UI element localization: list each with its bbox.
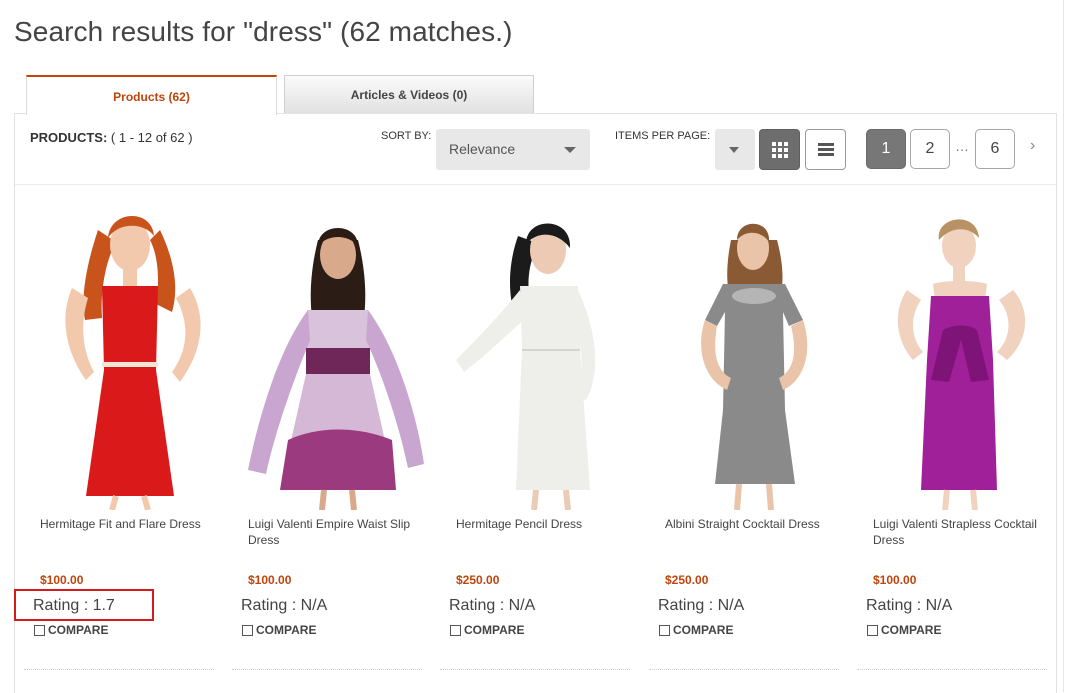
compare-toggle[interactable]: COMPARE [659, 623, 733, 637]
product-name[interactable]: Luigi Valenti Strapless Cocktail Dress [873, 516, 1063, 548]
card-divider [857, 669, 1047, 670]
card-divider [232, 669, 422, 670]
product-name[interactable]: Albini Straight Cocktail Dress [665, 516, 855, 532]
product-price: $250.00 [456, 573, 500, 587]
product-image[interactable] [248, 200, 438, 510]
card-divider [24, 669, 214, 670]
grid-view-button[interactable] [759, 129, 800, 170]
product-name[interactable]: Luigi Valenti Empire Waist Slip Dress [248, 516, 438, 548]
page-button-1[interactable]: 1 [866, 129, 906, 169]
compare-checkbox[interactable] [34, 624, 45, 636]
compare-toggle[interactable]: COMPARE [450, 623, 524, 637]
sort-by-select[interactable]: Relevance [436, 129, 590, 170]
compare-toggle[interactable]: COMPARE [242, 623, 316, 637]
product-card: Luigi Valenti Strapless Cocktail Dress $… [857, 200, 1063, 680]
products-range: ( 1 - 12 of 62 ) [110, 130, 193, 145]
compare-checkbox[interactable] [242, 624, 253, 636]
compare-label: COMPARE [256, 623, 317, 637]
card-divider [440, 669, 630, 670]
product-price: $100.00 [873, 573, 917, 587]
product-rating: Rating : N/A [658, 597, 745, 614]
product-rating: Rating : N/A [866, 597, 953, 614]
compare-checkbox[interactable] [450, 624, 461, 636]
compare-label: COMPARE [48, 623, 109, 637]
chevron-right-icon[interactable]: › [1030, 137, 1035, 155]
compare-toggle[interactable]: COMPARE [34, 623, 108, 637]
items-per-page-select[interactable] [715, 129, 755, 170]
sort-by-label: SORT BY: [381, 130, 432, 142]
tab-products[interactable]: Products (62) [26, 75, 277, 115]
items-per-page-label: ITEMS PER PAGE: [615, 130, 711, 142]
list-icon [817, 143, 834, 156]
compare-checkbox[interactable] [867, 624, 878, 636]
tab-articles-videos[interactable]: Articles & Videos (0) [284, 75, 534, 113]
compare-label: COMPARE [464, 623, 525, 637]
pagination-ellipsis: … [955, 138, 969, 154]
product-price: $100.00 [248, 573, 292, 587]
product-price: $250.00 [665, 573, 709, 587]
page-title: Search results for "dress" (62 matches.) [14, 16, 513, 47]
product-card: Hermitage Pencil Dress $250.00 Rating : … [440, 200, 646, 680]
products-label: PRODUCTS: [30, 130, 108, 145]
sort-by-value: Relevance [449, 141, 516, 157]
product-image[interactable] [456, 200, 646, 510]
list-view-button[interactable] [805, 129, 846, 170]
product-price: $100.00 [40, 573, 84, 587]
products-count: PRODUCTS: ( 1 - 12 of 62 ) [30, 130, 193, 145]
compare-checkbox[interactable] [659, 624, 670, 636]
product-card: Luigi Valenti Empire Waist Slip Dress $1… [232, 200, 438, 680]
product-name[interactable]: Hermitage Fit and Flare Dress [40, 516, 230, 532]
compare-label: COMPARE [881, 623, 942, 637]
grid-icon [771, 141, 788, 158]
compare-toggle[interactable]: COMPARE [867, 623, 941, 637]
page-edge-divider [1063, 0, 1064, 692]
product-image[interactable] [873, 200, 1063, 510]
page-button-6[interactable]: 6 [975, 129, 1015, 169]
rating-highlight-box [14, 589, 154, 621]
product-rating: Rating : N/A [449, 597, 536, 614]
product-image[interactable] [40, 200, 230, 510]
page-button-2[interactable]: 2 [910, 129, 950, 169]
product-name[interactable]: Hermitage Pencil Dress [456, 516, 646, 532]
chevron-down-icon [564, 147, 576, 153]
product-image[interactable] [665, 200, 855, 510]
product-card: Albini Straight Cocktail Dress $250.00 R… [649, 200, 855, 680]
chevron-down-icon [729, 147, 739, 153]
compare-label: COMPARE [673, 623, 734, 637]
card-divider [649, 669, 839, 670]
product-rating: Rating : N/A [241, 597, 328, 614]
toolbar-divider [15, 184, 1056, 185]
